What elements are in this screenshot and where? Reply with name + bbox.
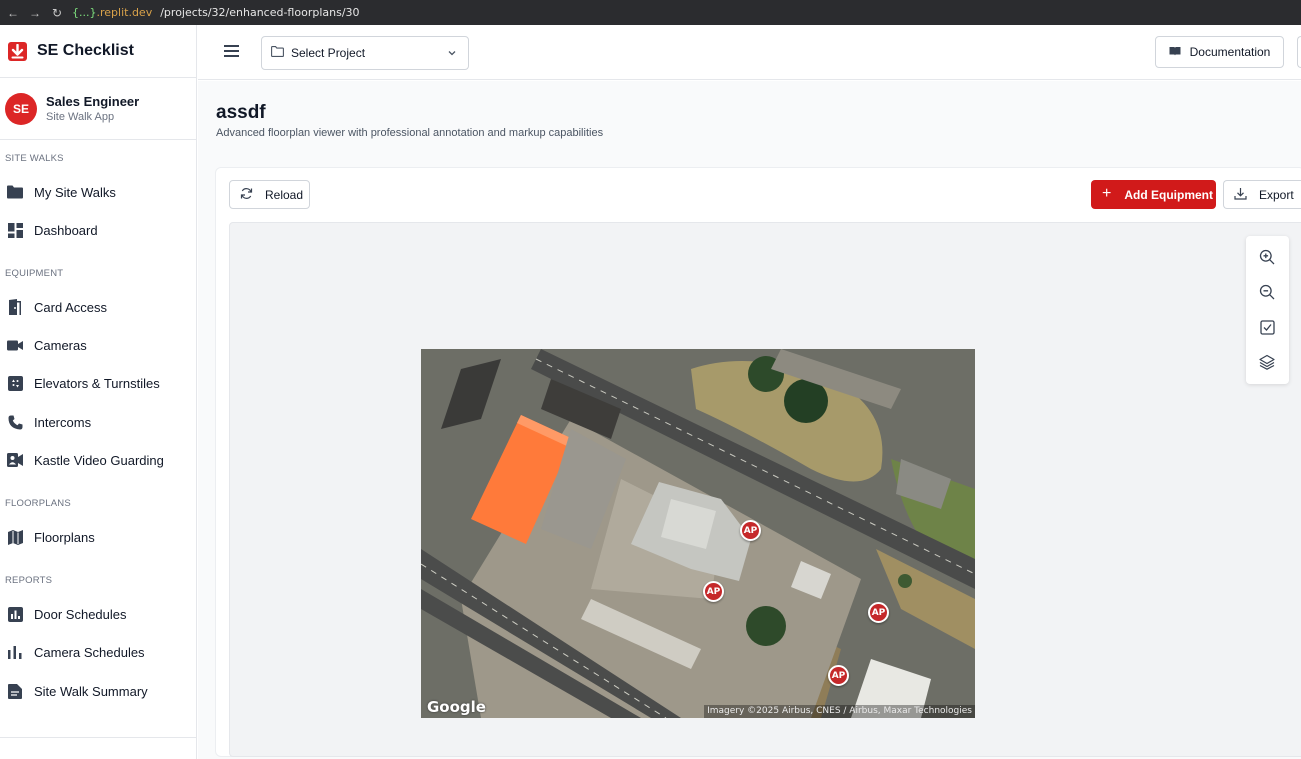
sidebar-item-label: Card Access <box>34 299 107 315</box>
sidebar-item-my-site-walks[interactable]: My Site Walks <box>0 175 196 209</box>
sidebar-item-elevators-turnstiles[interactable]: Elevators & Turnstiles <box>0 366 196 400</box>
reload-page-icon[interactable]: ↻ <box>46 6 68 20</box>
url-host-prefix: {...} <box>72 6 97 19</box>
sidebar-item-label: Elevators & Turnstiles <box>34 375 160 391</box>
chevron-down-icon <box>447 47 457 61</box>
export-button[interactable]: Export <box>1223 180 1301 209</box>
map-marker[interactable]: AP <box>740 520 761 541</box>
sidebar-item-cameras[interactable]: Cameras <box>0 328 196 362</box>
section-label-reports: REPORTS <box>5 575 53 586</box>
door-icon <box>7 299 23 315</box>
zoom-in-icon[interactable] <box>1258 248 1276 266</box>
folder-icon <box>7 184 23 200</box>
bar-chart-icon <box>7 644 23 660</box>
google-logo: Google <box>427 698 486 716</box>
sidebar-item-label: Door Schedules <box>34 606 127 622</box>
phone-icon <box>7 414 23 430</box>
sidebar-item-label: Dashboard <box>34 222 98 238</box>
section-label-equipment: EQUIPMENT <box>5 268 64 279</box>
sidebar-item-label: Intercoms <box>34 414 92 430</box>
forward-icon[interactable]: → <box>24 6 46 20</box>
sidebar-item-label: My Site Walks <box>34 184 116 200</box>
reload-button[interactable]: Reload <box>229 180 310 209</box>
user-subtitle: Site Walk App <box>46 111 115 123</box>
url-path: /projects/32/enhanced-floorplans/30 <box>160 6 360 19</box>
documentation-button[interactable]: Documentation <box>1155 36 1284 68</box>
sidebar-item-label: Cameras <box>34 337 87 353</box>
back-icon[interactable]: ← <box>2 6 24 20</box>
add-equipment-button[interactable]: + Add Equipment <box>1091 180 1216 209</box>
sidebar-item-dashboard[interactable]: Dashboard <box>0 213 196 247</box>
sidebar-item-label: Camera Schedules <box>34 644 145 660</box>
export-label: Export <box>1259 187 1294 202</box>
documentation-label: Documentation <box>1189 45 1271 59</box>
checkbox-icon[interactable] <box>1258 318 1276 336</box>
sidebar-item-floorplans[interactable]: Floorplans <box>0 520 196 554</box>
viewer-toolbox <box>1246 236 1289 384</box>
browser-bar: ← → ↻ {...} .replit.dev /projects/32/enh… <box>0 0 1301 25</box>
user-profile[interactable]: SE Sales Engineer Site Walk App <box>0 78 196 140</box>
sidebar-item-kastle-video-guarding[interactable]: Kastle Video Guarding <box>0 443 196 477</box>
download-icon <box>1234 187 1247 203</box>
topbar: Select Project Documentation <box>198 25 1301 80</box>
refresh-icon <box>240 187 253 203</box>
reload-label: Reload <box>265 187 304 202</box>
satellite-imagery <box>421 349 975 718</box>
main-content: assdf Advanced floorplan viewer with pro… <box>198 81 1301 759</box>
topbar-extra-button[interactable] <box>1297 36 1301 68</box>
section-label-site-walks: SITE WALKS <box>5 153 64 164</box>
elevator-icon <box>7 375 23 391</box>
brand[interactable]: SE Checklist <box>0 25 196 78</box>
book-icon <box>1169 45 1181 59</box>
sidebar-item-label: Site Walk Summary <box>34 683 148 699</box>
camera-icon <box>7 337 23 353</box>
layers-icon[interactable] <box>1258 353 1276 371</box>
dashboard-icon <box>7 222 23 238</box>
url-host: .replit.dev <box>96 6 153 19</box>
menu-icon[interactable] <box>224 45 239 57</box>
plus-icon: + <box>1102 184 1112 202</box>
sidebar-footer <box>0 737 196 759</box>
add-equipment-label: Add Equipment <box>1124 187 1214 202</box>
page-title: assdf <box>216 102 266 123</box>
section-label-floorplans: FLOORPLANS <box>5 498 71 509</box>
page-subtitle: Advanced floorplan viewer with professio… <box>216 127 604 139</box>
user-name: Sales Engineer <box>46 94 140 109</box>
zoom-out-icon[interactable] <box>1258 283 1276 301</box>
folder-outline-icon <box>271 46 284 60</box>
bar-chart-icon <box>7 606 23 622</box>
project-select-value: Select Project <box>291 46 366 60</box>
avatar: SE <box>5 92 37 125</box>
map-marker[interactable]: AP <box>703 581 724 602</box>
map-marker[interactable]: AP <box>828 665 849 686</box>
sidebar-item-door-schedules[interactable]: Door Schedules <box>0 597 196 631</box>
sidebar-item-camera-schedules[interactable]: Camera Schedules <box>0 635 196 669</box>
app-name: SE Checklist <box>37 42 134 59</box>
app-logo-icon <box>8 41 27 61</box>
map-attribution: Imagery ©2025 Airbus, CNES / Airbus, Max… <box>704 705 975 718</box>
sidebar-item-card-access[interactable]: Card Access <box>0 290 196 324</box>
floorplan-card: Reload + Add Equipment Export AP AP AP A… <box>215 167 1301 757</box>
map-marker[interactable]: AP <box>868 602 889 623</box>
sidebar-item-site-walk-summary[interactable]: Site Walk Summary <box>0 674 196 708</box>
map-icon <box>7 529 23 545</box>
sidebar-item-label: Kastle Video Guarding <box>34 452 164 468</box>
satellite-map[interactable]: AP AP AP AP Google Imagery ©2025 Airbus,… <box>421 349 975 718</box>
floorplan-viewer[interactable]: AP AP AP AP Google Imagery ©2025 Airbus,… <box>229 222 1301 757</box>
sidebar-item-label: Floorplans <box>34 529 95 545</box>
document-icon <box>7 683 23 699</box>
sidebar: SE Checklist SE Sales Engineer Site Walk… <box>0 25 197 759</box>
sidebar-item-intercoms[interactable]: Intercoms <box>0 405 196 439</box>
address-bar[interactable]: {...} .replit.dev /projects/32/enhanced-… <box>72 6 360 19</box>
project-select[interactable]: Select Project <box>261 36 469 70</box>
video-guard-icon <box>7 452 23 468</box>
